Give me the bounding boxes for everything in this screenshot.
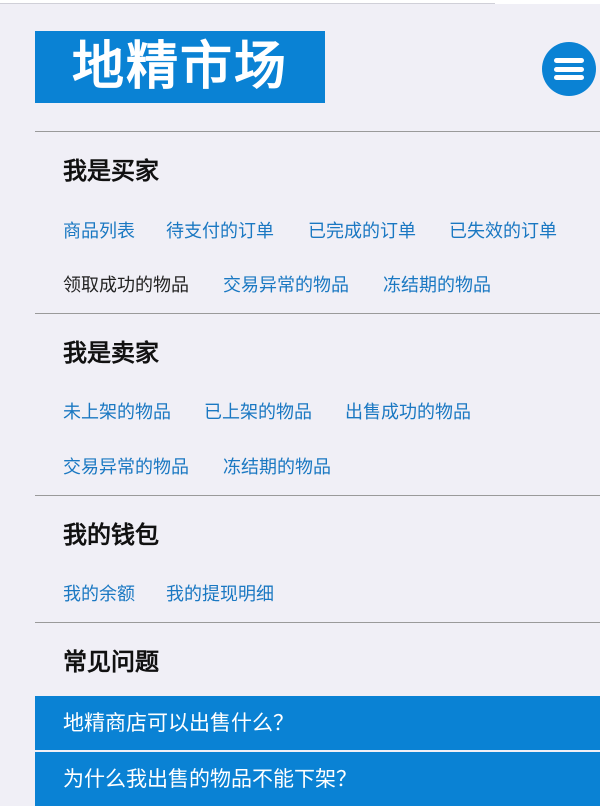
header: 地精市场 xyxy=(35,31,600,131)
section-title-faq: 常见问题 xyxy=(63,648,159,676)
section-divider xyxy=(35,313,600,314)
seller-link-sold-items[interactable]: 出售成功的物品 xyxy=(345,401,471,425)
buyer-link-frozen-items[interactable]: 冻结期的物品 xyxy=(383,274,491,298)
buyer-link-completed-orders[interactable]: 已完成的订单 xyxy=(308,220,416,244)
faq-item[interactable]: 为什么我出售的物品不能下架？ xyxy=(35,752,600,806)
seller-link-frozen-items[interactable]: 冻结期的物品 xyxy=(223,456,331,480)
buyer-link-abnormal-items[interactable]: 交易异常的物品 xyxy=(223,274,349,298)
buyer-link-pending-orders[interactable]: 待支付的订单 xyxy=(166,220,274,244)
seller-link-abnormal-items[interactable]: 交易异常的物品 xyxy=(63,456,189,480)
wallet-link-withdrawals[interactable]: 我的提现明细 xyxy=(166,583,274,607)
section-divider xyxy=(35,131,600,132)
top-edge-line xyxy=(0,0,600,4)
section-divider xyxy=(35,622,600,623)
buyer-link-product-list[interactable]: 商品列表 xyxy=(63,220,135,244)
faq-item[interactable]: 地精商店可以出售什么？ xyxy=(35,696,600,750)
seller-link-listed-items[interactable]: 已上架的物品 xyxy=(204,401,312,425)
section-title-wallet: 我的钱包 xyxy=(63,521,159,549)
menu-bar xyxy=(554,75,584,80)
wallet-link-balance[interactable]: 我的余额 xyxy=(63,583,135,607)
menu-bar xyxy=(554,58,584,63)
section-title-seller: 我是卖家 xyxy=(63,339,159,367)
buyer-link-claimed-items[interactable]: 领取成功的物品 xyxy=(63,274,189,298)
seller-link-unlisted-items[interactable]: 未上架的物品 xyxy=(63,401,171,425)
section-title-buyer: 我是买家 xyxy=(63,157,159,185)
buyer-link-expired-orders[interactable]: 已失效的订单 xyxy=(449,220,557,244)
section-divider xyxy=(35,495,600,496)
page: 地精市场 我是买家 商品列表 待支付的订单 已完成的订单 已失效的订单 领取成功… xyxy=(0,0,600,806)
logo[interactable]: 地精市场 xyxy=(35,31,325,103)
menu-bar xyxy=(554,66,584,72)
hamburger-menu-icon[interactable] xyxy=(542,42,596,96)
